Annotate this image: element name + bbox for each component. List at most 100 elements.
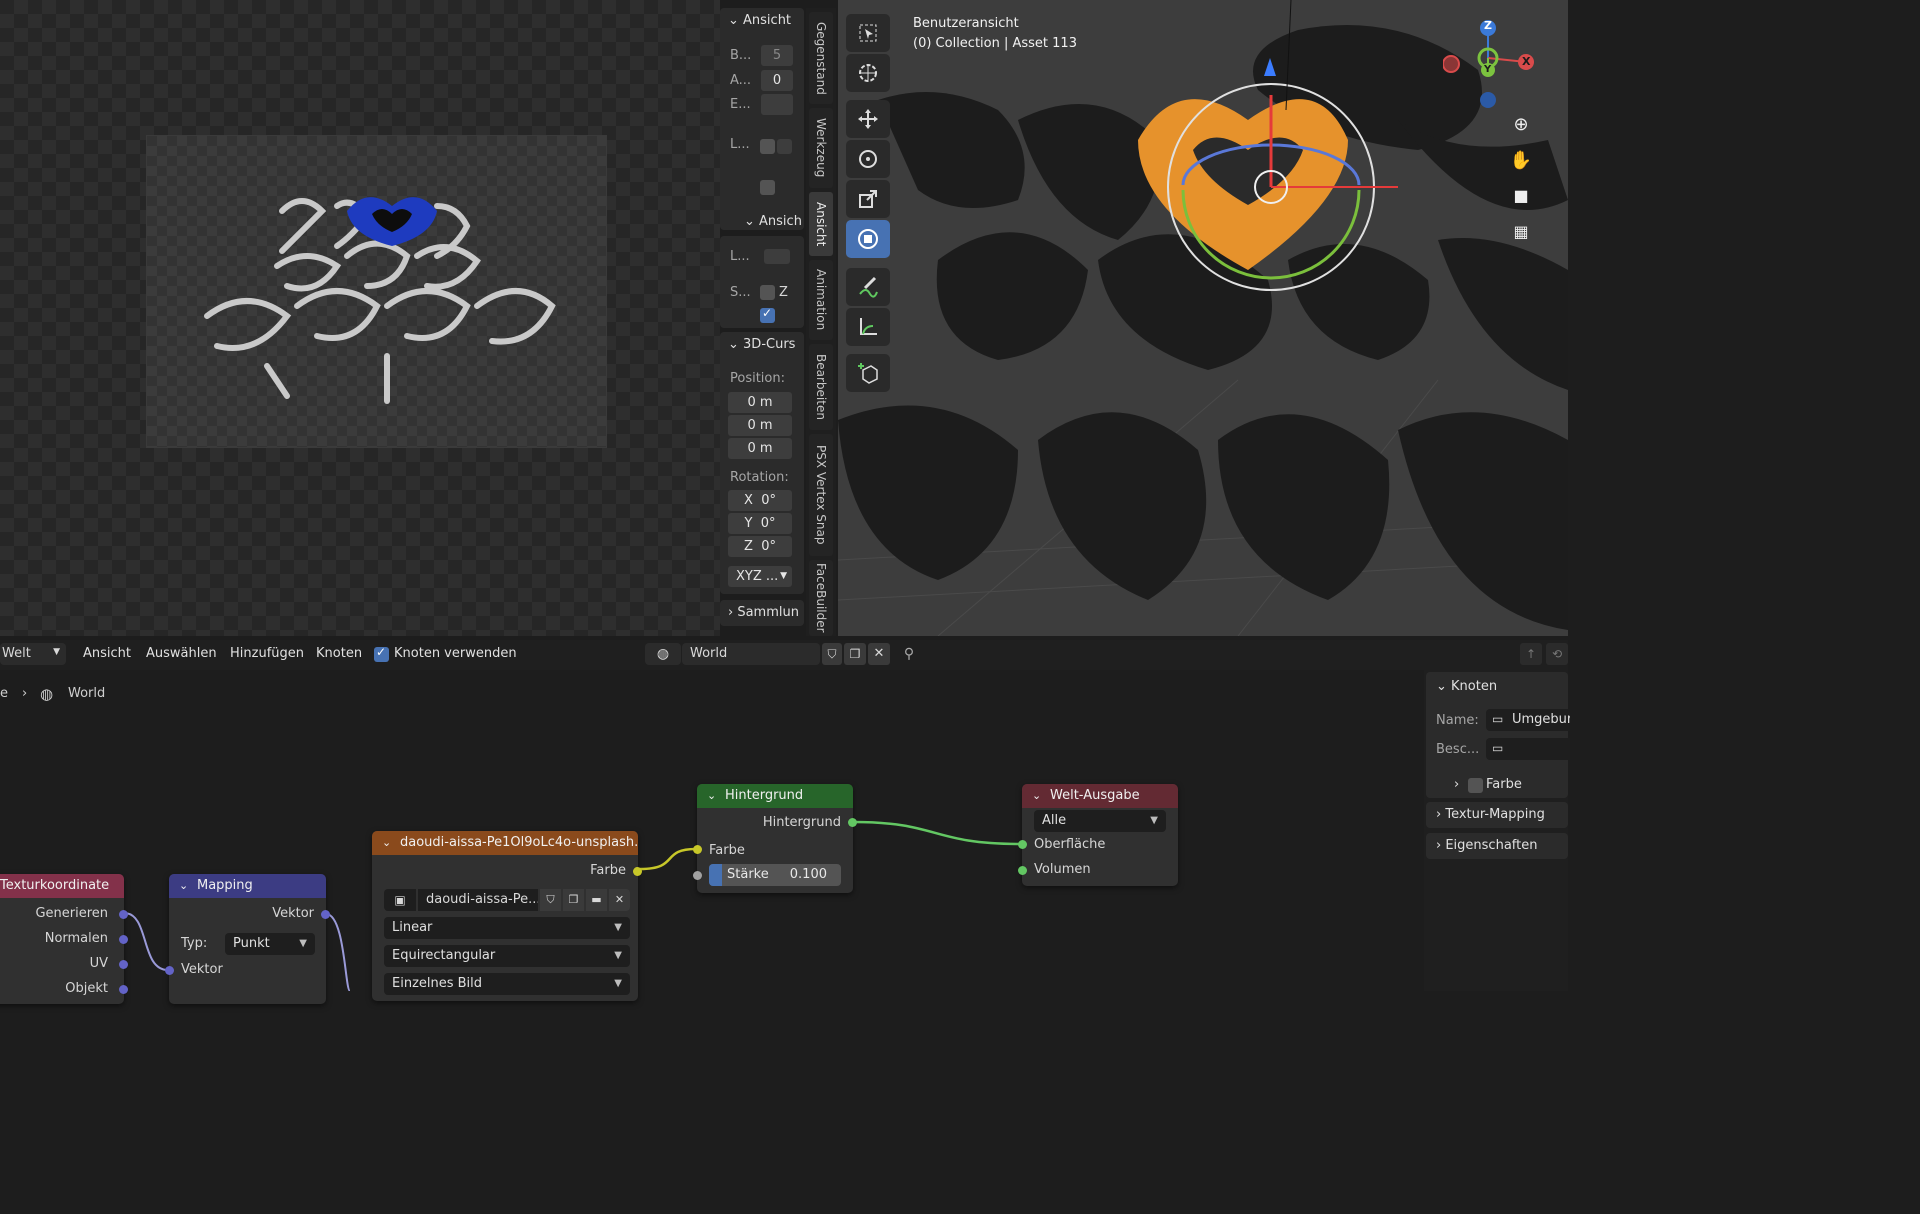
rotation-y-field[interactable]: Y 0° bbox=[728, 513, 792, 534]
node-world-output[interactable]: ⌄ Welt-Ausgabe Alle ▼ Oberfläche Volumen bbox=[1018, 784, 1178, 886]
image-selector[interactable]: ▣ daoudi-aissa-Pe... ⛉ ❐ ▬ ✕ bbox=[384, 889, 630, 911]
collection-section-header[interactable]: › Sammlun bbox=[728, 605, 799, 620]
properties-header[interactable]: › Eigenschaften bbox=[1436, 838, 1537, 853]
node-header[interactable]: ⌄ Hintergrund bbox=[697, 784, 853, 808]
navigation-gizmo[interactable]: Z Y X bbox=[1442, 14, 1543, 114]
output-socket[interactable] bbox=[119, 985, 128, 994]
duplicate-icon[interactable]: ❐ bbox=[563, 889, 584, 911]
node-header[interactable]: Texturkoordinate bbox=[0, 874, 124, 898]
input-socket[interactable] bbox=[165, 966, 174, 975]
tab-bearbeiten[interactable]: Bearbeiten bbox=[809, 344, 833, 430]
lock-icon[interactable] bbox=[764, 249, 790, 264]
menu-ansicht[interactable]: Ansicht bbox=[83, 646, 131, 661]
image-name-field[interactable]: daoudi-aissa-Pe... bbox=[418, 889, 538, 911]
output-socket[interactable] bbox=[848, 818, 857, 827]
rotation-x-field[interactable]: X 0° bbox=[728, 490, 792, 511]
field-b-value[interactable]: 5 bbox=[761, 45, 793, 66]
shield-icon[interactable]: ⛉ bbox=[540, 889, 561, 911]
cursor-section-header[interactable]: ⌄ 3D-Curs bbox=[728, 337, 795, 352]
input-socket[interactable] bbox=[693, 845, 702, 854]
add-cube-icon[interactable] bbox=[846, 354, 890, 392]
view-section-header[interactable]: ⌄ Ansicht bbox=[728, 13, 791, 28]
pin-icon[interactable]: ⚲ bbox=[898, 643, 920, 665]
texture-mapping-header[interactable]: › Textur-Mapping bbox=[1436, 807, 1545, 822]
annotate-tool-icon[interactable] bbox=[846, 268, 890, 306]
field-l-checkbox[interactable] bbox=[760, 139, 775, 154]
rotation-z-field[interactable]: Z 0° bbox=[728, 536, 792, 557]
projection-dropdown[interactable]: Equirectangular ▼ bbox=[384, 945, 630, 967]
field-s-checkbox[interactable] bbox=[760, 285, 775, 300]
menu-hinzufuegen[interactable]: Hinzufügen bbox=[230, 646, 304, 661]
world-browse-button[interactable]: ◍ bbox=[645, 643, 681, 665]
snap-icon[interactable]: ⟲ bbox=[1546, 643, 1568, 665]
rotation-mode-dropdown[interactable]: XYZ ... ▼ bbox=[728, 566, 792, 587]
node-label-field[interactable]: ▭ bbox=[1486, 738, 1570, 760]
camera-icon[interactable]: ■ bbox=[1506, 186, 1536, 210]
cursor-tool-icon[interactable] bbox=[846, 54, 890, 92]
output-socket[interactable] bbox=[321, 910, 330, 919]
folder-icon[interactable]: ▬ bbox=[586, 889, 607, 911]
parent-node-tree-icon[interactable]: ↑ bbox=[1520, 643, 1542, 665]
duplicate-icon[interactable]: ❐ bbox=[844, 643, 866, 665]
fake-user-shield-icon[interactable]: ⛉ bbox=[822, 643, 842, 665]
input-socket[interactable] bbox=[693, 871, 702, 880]
close-icon[interactable]: ✕ bbox=[868, 643, 890, 665]
output-socket[interactable] bbox=[633, 867, 642, 876]
tab-animation[interactable]: Animation bbox=[809, 260, 833, 340]
node-environment-texture[interactable]: ⌄ daoudi-aissa-Pe1Ol9oLc4o-unsplash.j... … bbox=[372, 831, 642, 1001]
transform-tool-icon[interactable] bbox=[846, 220, 890, 258]
position-x-field[interactable]: 0 m bbox=[728, 392, 792, 413]
tab-werkzeug[interactable]: Werkzeug bbox=[809, 108, 833, 188]
collection-panel[interactable]: › Sammlun bbox=[720, 600, 804, 626]
position-z-field[interactable]: 0 m bbox=[728, 438, 792, 459]
3d-viewport[interactable]: Z Y X ⊕ ✋ ■ ▦ bbox=[838, 0, 1568, 636]
node-header[interactable]: ⌄ Mapping bbox=[169, 874, 326, 898]
input-socket[interactable] bbox=[1018, 866, 1027, 875]
scale-tool-icon[interactable] bbox=[846, 180, 890, 218]
position-y-field[interactable]: 0 m bbox=[728, 415, 792, 436]
close-icon[interactable]: ✕ bbox=[609, 889, 630, 911]
node-editor-canvas[interactable]: e › ◍ World Texturkoordinate Generieren … bbox=[0, 670, 1416, 1004]
node-section-header[interactable]: ⌄ Knoten bbox=[1436, 679, 1497, 694]
menu-knoten[interactable]: Knoten bbox=[316, 646, 362, 661]
output-socket[interactable] bbox=[119, 910, 128, 919]
view2-section-header[interactable]: ⌄ Ansich bbox=[744, 214, 802, 229]
enabled-checkbox[interactable] bbox=[760, 306, 775, 323]
node-mapping[interactable]: ⌄ Mapping Vektor Typ: Punkt ▼ Vektor bbox=[165, 874, 330, 1004]
mapping-type-dropdown[interactable]: Punkt ▼ bbox=[225, 933, 315, 955]
node-header[interactable]: ⌄ daoudi-aissa-Pe1Ol9oLc4o-unsplash.j... bbox=[372, 831, 638, 855]
input-socket[interactable] bbox=[1018, 840, 1027, 849]
output-socket[interactable] bbox=[119, 960, 128, 969]
target-dropdown[interactable]: Alle ▼ bbox=[1034, 810, 1166, 832]
measure-tool-icon[interactable] bbox=[846, 308, 890, 346]
grid-perspective-icon[interactable]: ▦ bbox=[1506, 222, 1536, 246]
tab-ansicht[interactable]: Ansicht bbox=[809, 192, 833, 256]
tab-psx-vertex-snap[interactable]: PSX Vertex Snap bbox=[809, 434, 833, 556]
node-texture-coordinate[interactable]: Texturkoordinate Generieren Normalen UV … bbox=[0, 874, 128, 1004]
properties-section[interactable]: › Eigenschaften bbox=[1426, 833, 1568, 859]
node-name-field[interactable]: ▭ Umgebur bbox=[1486, 709, 1570, 731]
tab-facebuilder[interactable]: FaceBuilder bbox=[809, 560, 833, 636]
use-nodes-checkbox[interactable] bbox=[374, 645, 389, 662]
node-background[interactable]: ⌄ Hintergrund Hintergrund Farbe Stärke 0.… bbox=[693, 784, 857, 893]
image-browse-icon[interactable]: ▣ bbox=[384, 889, 416, 911]
node-header[interactable]: ⌄ Welt-Ausgabe bbox=[1022, 784, 1178, 808]
field-a-value[interactable]: 0 bbox=[761, 70, 793, 91]
move-tool-icon[interactable] bbox=[846, 100, 890, 138]
toggle-icon[interactable] bbox=[777, 139, 792, 154]
strength-slider[interactable]: Stärke 0.100 bbox=[709, 864, 841, 886]
texture-mapping-section[interactable]: › Textur-Mapping bbox=[1426, 802, 1568, 828]
extra-checkbox[interactable] bbox=[760, 180, 775, 195]
world-name-field[interactable]: World bbox=[682, 643, 820, 665]
interpolation-dropdown[interactable]: Linear ▼ bbox=[384, 917, 630, 939]
image-editor-area[interactable] bbox=[0, 0, 720, 636]
zoom-icon[interactable]: ⊕ bbox=[1506, 114, 1536, 138]
chevron-right-icon[interactable]: › bbox=[1454, 777, 1459, 792]
field-e-value[interactable] bbox=[761, 94, 793, 115]
output-socket[interactable] bbox=[119, 935, 128, 944]
world-type-dropdown[interactable]: Welt ▼ bbox=[0, 643, 66, 665]
rotate-tool-icon[interactable] bbox=[846, 140, 890, 178]
color-checkbox[interactable] bbox=[1468, 778, 1483, 793]
tab-gegenstand[interactable]: Gegenstand bbox=[809, 12, 833, 104]
image-canvas[interactable] bbox=[146, 135, 607, 448]
